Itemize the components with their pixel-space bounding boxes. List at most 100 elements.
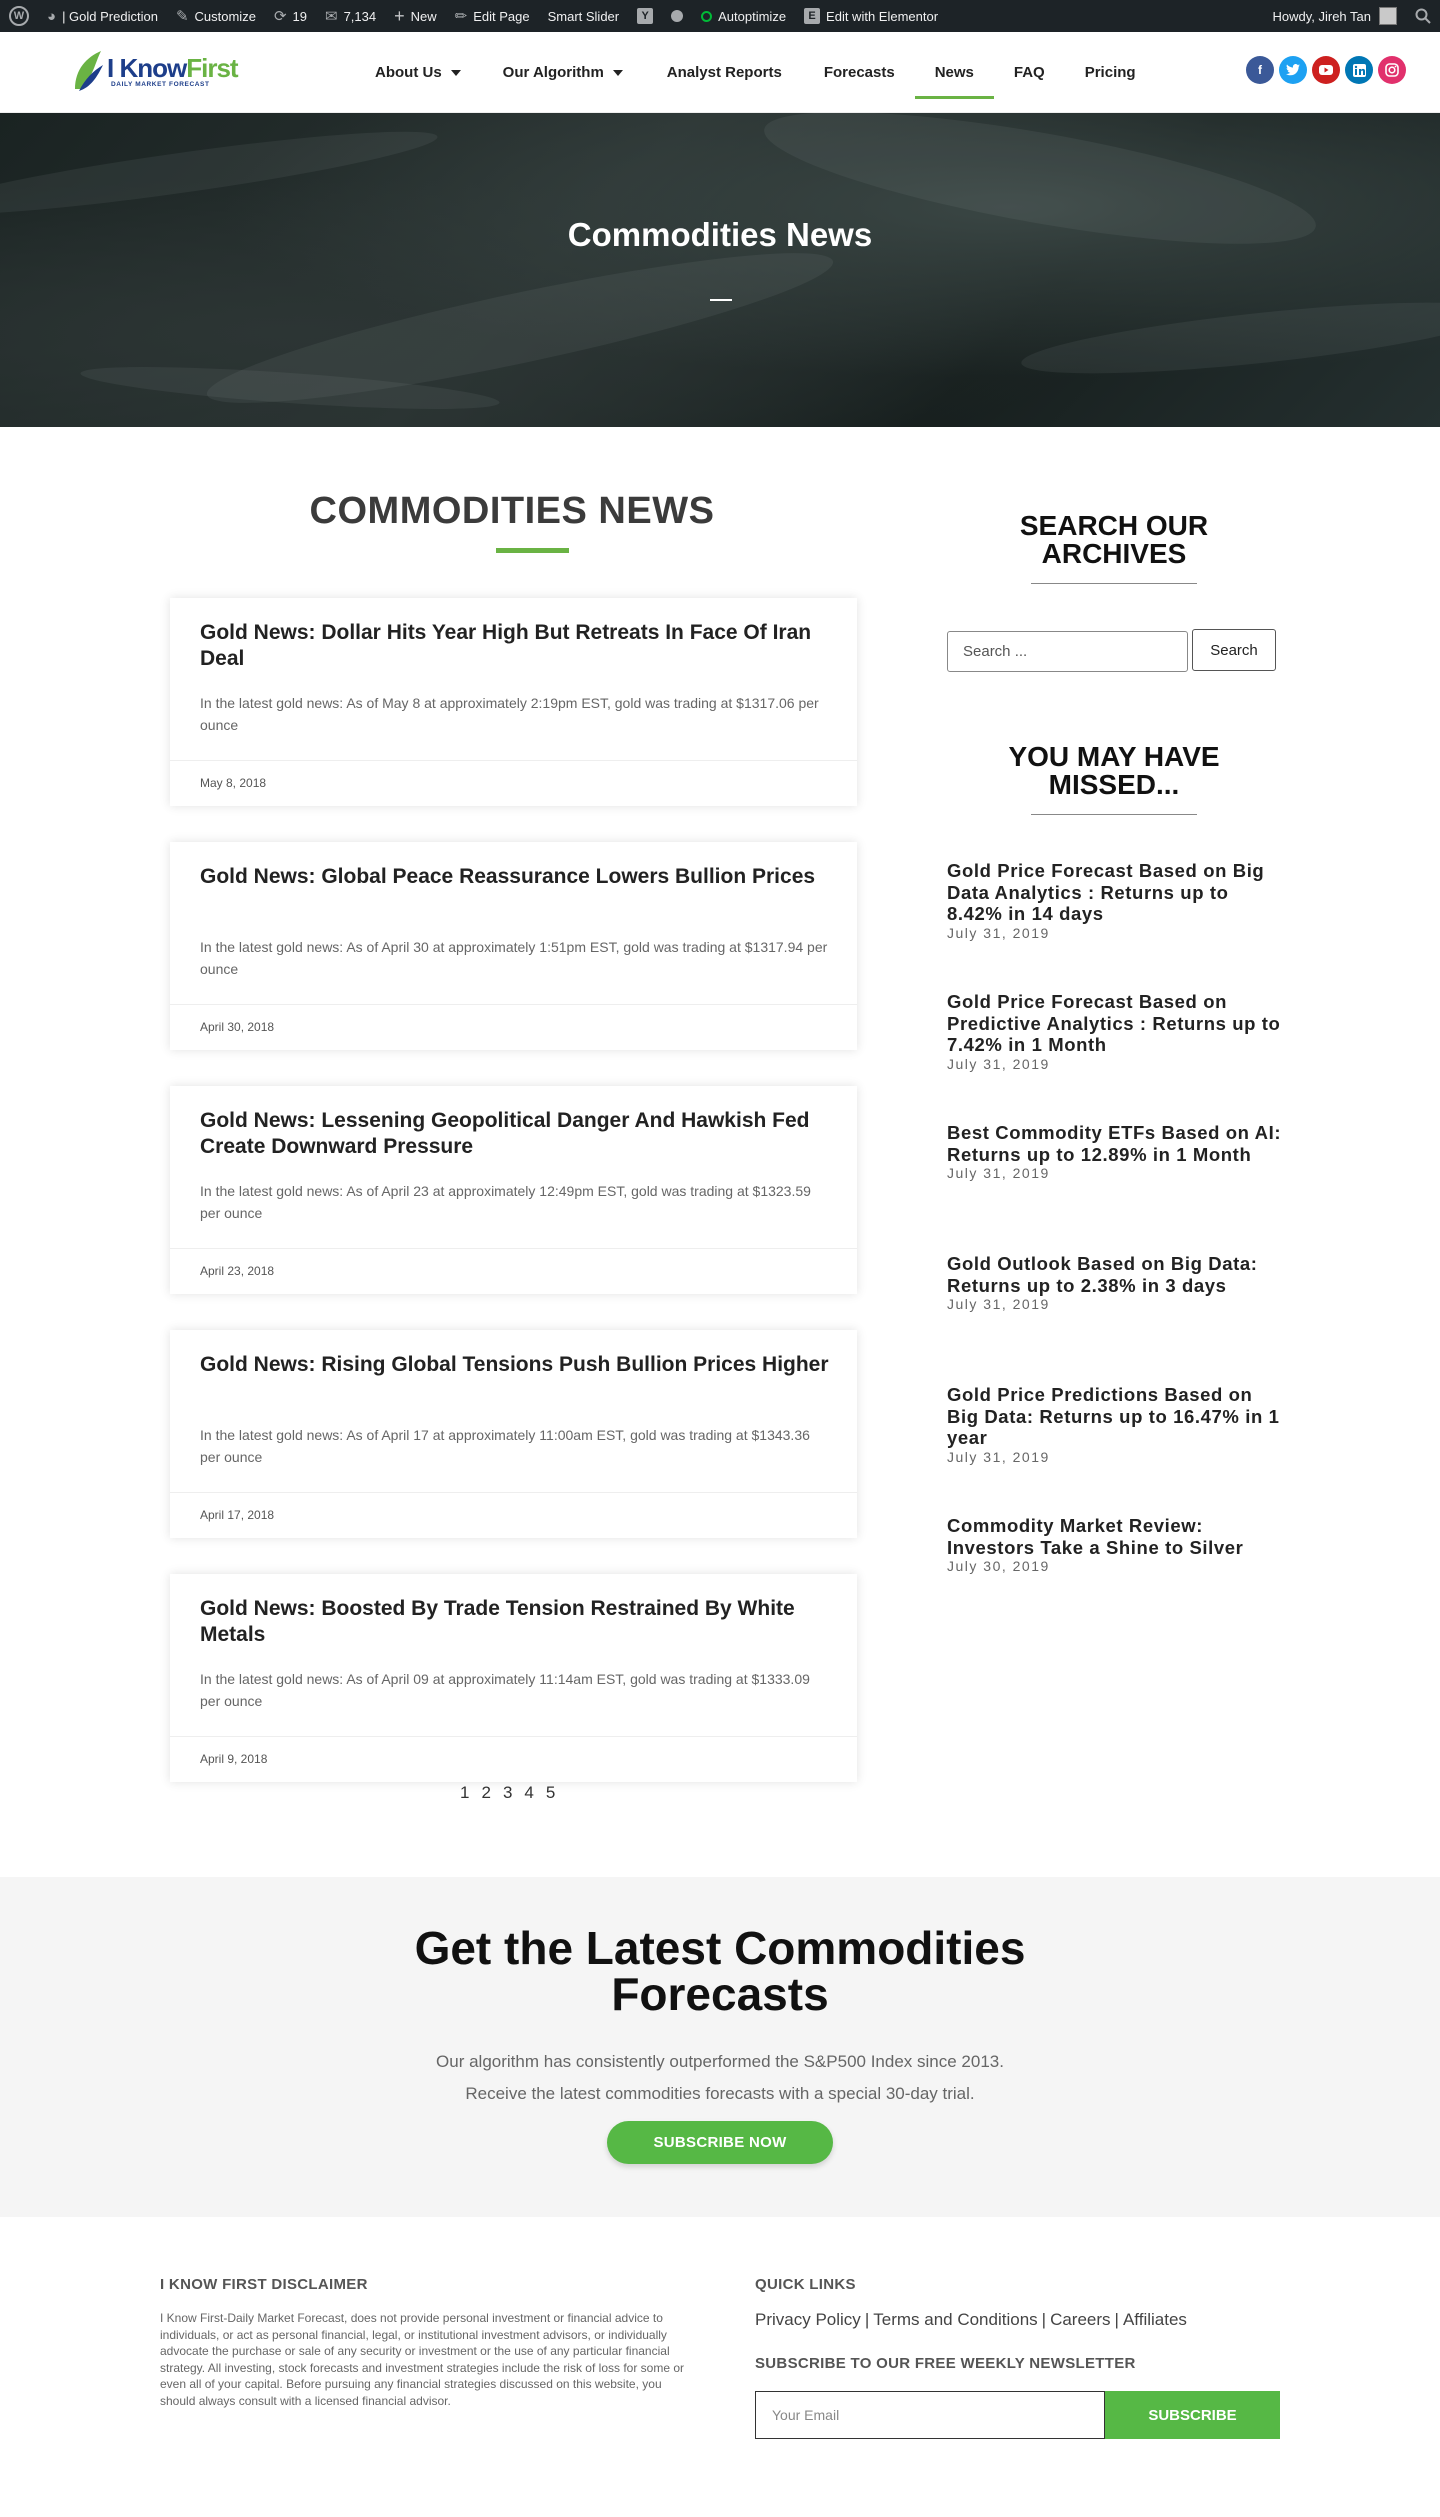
missed-post-title[interactable]: Gold Price Forecast Based on Big Data An… (947, 860, 1282, 925)
nav-forecasts[interactable]: Forecasts (804, 32, 915, 113)
email-placeholder: Your Email (772, 2407, 840, 2423)
post-title[interactable]: Gold News: Dollar Hits Year High But Ret… (200, 620, 830, 672)
autoptimize-icon (701, 10, 713, 22)
missed-post[interactable]: Best Commodity ETFs Based on AI: Returns… (947, 1122, 1282, 1181)
newsletter-subscribe-button[interactable]: SUBSCRIBE (1105, 2391, 1280, 2439)
search-input[interactable]: Search ... (947, 631, 1188, 672)
nav-label: News (934, 64, 974, 81)
logo-leaf-icon (75, 51, 103, 91)
status-dot-icon (671, 10, 684, 22)
comments-link[interactable]: ✉ 7,134 (316, 0, 385, 32)
avatar (1379, 7, 1397, 25)
quick-links-title: QUICK LINKS (755, 2276, 856, 2293)
careers-link[interactable]: Careers (1050, 2310, 1110, 2329)
page-link[interactable]: 3 (503, 1783, 512, 1803)
autoptimize-link[interactable]: Autoptimize (692, 0, 795, 32)
customize-link[interactable]: ✎ Customize (167, 0, 265, 32)
post-title[interactable]: Gold News: Boosted By Trade Tension Rest… (200, 1596, 830, 1648)
search-archives-title: SEARCH OUR ARCHIVES (944, 512, 1284, 568)
missed-post[interactable]: Gold Outlook Based on Big Data: Returns … (947, 1253, 1282, 1312)
cta-title-line-1: Get the Latest Commodities (414, 1922, 1026, 1974)
logo-text: I KnowFirst (107, 53, 239, 84)
missed-post-title[interactable]: Best Commodity ETFs Based on AI: Returns… (947, 1122, 1282, 1165)
page-link[interactable]: 2 (481, 1783, 490, 1803)
missed-post-title[interactable]: Gold Price Forecast Based on Predictive … (947, 991, 1282, 1056)
nav-news[interactable]: News (914, 32, 995, 113)
nav-our-algorithm[interactable]: Our Algorithm (483, 32, 643, 113)
smart-slider-label: Smart Slider (547, 8, 620, 24)
nav-label: Our Algorithm (502, 64, 604, 81)
post-card: Gold News: Global Peace Reassurance Lowe… (170, 842, 857, 1050)
cta-text-1: Our algorithm has consistently outperfor… (436, 2052, 1004, 2071)
post-date: April 30, 2018 (170, 1004, 857, 1050)
missed-post-title[interactable]: Gold Price Predictions Based on Big Data… (947, 1384, 1282, 1449)
plus-icon: + (394, 6, 405, 26)
account-menu[interactable]: Howdy, Jireh Tan (1263, 0, 1406, 32)
missed-post[interactable]: Commodity Market Review: Investors Take … (947, 1515, 1282, 1574)
nav-analyst-reports[interactable]: Analyst Reports (647, 32, 802, 113)
nav-label: Analyst Reports (666, 64, 782, 81)
nav-faq[interactable]: FAQ (994, 32, 1065, 113)
new-label: New (410, 8, 437, 24)
linkedin-icon[interactable] (1345, 56, 1373, 84)
facebook-icon[interactable]: f (1246, 56, 1274, 84)
search-archives-title-line-1: SEARCH OUR (1019, 510, 1209, 541)
wordpress-icon: W (9, 6, 29, 26)
edit-page-link[interactable]: ✏ Edit Page (446, 0, 539, 32)
logo-text-part-2: First (186, 53, 238, 83)
post-card: Gold News: Boosted By Trade Tension Rest… (170, 1574, 857, 1782)
site-header: I KnowFirst DAILY MARKET FORECAST About … (0, 32, 1440, 113)
page-link[interactable]: 1 (460, 1783, 469, 1803)
site-name-link[interactable]: ◕ | Gold Prediction (38, 0, 167, 32)
admin-search-button[interactable] (1406, 0, 1440, 32)
nav-pricing[interactable]: Pricing (1065, 32, 1156, 113)
seo-status[interactable] (662, 0, 692, 32)
post-excerpt: In the latest gold news: As of April 17 … (200, 1427, 810, 1465)
privacy-policy-link[interactable]: Privacy Policy (755, 2310, 861, 2329)
missed-post-date: July 30, 2019 (947, 1558, 1050, 1574)
terms-link[interactable]: Terms and Conditions (873, 2310, 1037, 2329)
autoptimize-label: Autoptimize (718, 8, 787, 24)
missed-post-title[interactable]: Gold Outlook Based on Big Data: Returns … (947, 1253, 1282, 1296)
logo-text-part-1: I Know (107, 53, 187, 83)
edit-page-label: Edit Page (473, 8, 530, 24)
missed-post[interactable]: Gold Price Forecast Based on Predictive … (947, 991, 1282, 1072)
post-date: May 8, 2018 (170, 760, 857, 806)
missed-post[interactable]: Gold Price Predictions Based on Big Data… (947, 1384, 1282, 1465)
search-button[interactable]: Search (1192, 629, 1276, 671)
post-excerpt: In the latest gold news: As of May 8 at … (200, 695, 819, 733)
post-card: Gold News: Rising Global Tensions Push B… (170, 1330, 857, 1538)
updates-icon: ⟳ (273, 7, 287, 25)
page-link[interactable]: 4 (524, 1783, 533, 1803)
missed-post[interactable]: Gold Price Forecast Based on Big Data An… (947, 860, 1282, 941)
site-logo[interactable]: I KnowFirst DAILY MARKET FORECAST (71, 47, 239, 95)
wordpress-menu[interactable]: W (0, 0, 38, 32)
title-underline (496, 548, 569, 553)
post-title[interactable]: Gold News: Global Peace Reassurance Lowe… (200, 864, 830, 890)
email-field[interactable]: Your Email (755, 2391, 1105, 2439)
hero-banner: Commodities News (0, 113, 1440, 427)
main-nav: About Us Our Algorithm Analyst Reports F… (355, 32, 1156, 113)
post-title[interactable]: Gold News: Rising Global Tensions Push B… (200, 1352, 830, 1378)
post-title[interactable]: Gold News: Lessening Geopolitical Danger… (200, 1108, 830, 1160)
updates-link[interactable]: ⟳ 19 (265, 0, 316, 32)
affiliates-link[interactable]: Affiliates (1123, 2310, 1187, 2329)
missed-post-title[interactable]: Commodity Market Review: Investors Take … (947, 1515, 1282, 1558)
smart-slider-link[interactable]: Smart Slider (539, 0, 629, 32)
elementor-link[interactable]: E Edit with Elementor (795, 0, 947, 32)
missed-title-line-1: YOU MAY HAVE (1008, 741, 1220, 772)
pencil-icon: ✏ (454, 7, 468, 25)
yoast-link[interactable]: Y (628, 0, 662, 32)
nav-about-us[interactable]: About Us (355, 32, 481, 113)
page-link[interactable]: 5 (546, 1783, 555, 1803)
youtube-icon[interactable] (1312, 56, 1340, 84)
cta-title: Get the Latest Commodities Forecasts (0, 1925, 1440, 2017)
post-excerpt: In the latest gold news: As of April 23 … (200, 1183, 811, 1221)
instagram-icon[interactable] (1378, 56, 1406, 84)
new-content-link[interactable]: + New (385, 0, 446, 32)
post-date: April 23, 2018 (170, 1248, 857, 1294)
subscribe-now-button[interactable]: SUBSCRIBE NOW (607, 2121, 833, 2164)
twitter-icon[interactable] (1279, 56, 1307, 84)
howdy-text: Howdy, Jireh Tan (1272, 8, 1371, 24)
nav-label: About Us (375, 64, 442, 81)
